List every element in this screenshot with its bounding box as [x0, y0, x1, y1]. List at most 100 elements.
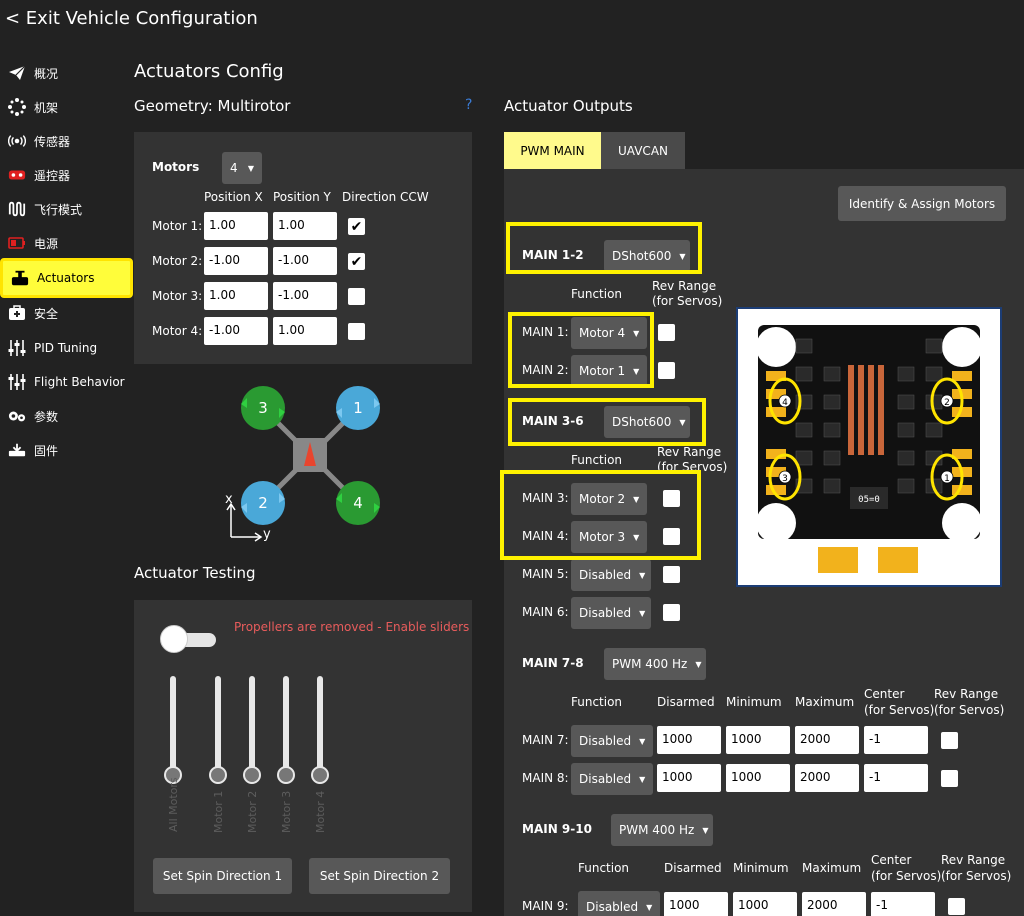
sidebar-item-airframe[interactable]: 机架	[0, 90, 133, 124]
main-6-function-select[interactable]: Disabled ▼	[571, 597, 651, 629]
motor-4-ccw-checkbox[interactable]	[348, 323, 365, 340]
chevron-down-icon: ▼	[639, 570, 646, 580]
main-2-label: MAIN 2:	[522, 363, 569, 377]
identify-assign-motors-button[interactable]: Identify & Assign Motors	[838, 186, 1006, 221]
sidebar-item-summary[interactable]: 概况	[0, 56, 133, 90]
sidebar-item-power[interactable]: 电源	[0, 226, 133, 260]
main-7-maximum-input[interactable]: 2000	[795, 726, 859, 754]
motor-1-slider-track[interactable]	[215, 676, 221, 776]
sidebar-item-parameters[interactable]: 参数	[0, 399, 133, 433]
tab-uavcan[interactable]: UAVCAN	[601, 132, 685, 169]
motor-3-ccw-checkbox[interactable]	[348, 288, 365, 305]
motor-1-position-x[interactable]: 1.00	[204, 212, 268, 240]
sidebar-item-label: 参数	[34, 409, 59, 424]
main-1-2-protocol-select[interactable]: DShot600 ▼	[604, 240, 690, 272]
main-6-rev-range-checkbox[interactable]	[663, 604, 680, 621]
motor-1-position-y[interactable]: 1.00	[273, 212, 337, 240]
set-spin-direction-1-button[interactable]: Set Spin Direction 1	[153, 858, 292, 894]
main-9-rev-range-checkbox[interactable]	[948, 898, 965, 915]
main-9-center-input[interactable]: -1	[871, 892, 935, 916]
motor-2-position-y[interactable]: -1.00	[273, 247, 337, 275]
motors-count-select[interactable]: 4 ▼	[222, 152, 262, 184]
main-8-disarmed-input[interactable]: 1000	[657, 764, 721, 792]
group-main-9-10-label: MAIN 9-10	[522, 822, 592, 836]
motor-2-position-x[interactable]: -1.00	[204, 247, 268, 275]
main-2-function-select[interactable]: Motor 1 ▼	[571, 355, 647, 387]
motor-2-slider-handle[interactable]	[243, 766, 261, 784]
main-8-minimum-input[interactable]: 1000	[726, 764, 790, 792]
main-1-2-protocol-value: DShot600	[612, 249, 672, 263]
main-4-function-select[interactable]: Motor 3 ▼	[571, 521, 647, 553]
group-main-7-8-label: MAIN 7-8	[522, 656, 584, 670]
main-9-10-protocol-select[interactable]: PWM 400 Hz ▼	[611, 814, 713, 846]
motor-2-ccw-checkbox[interactable]: ✔	[348, 253, 365, 270]
motor-4-slider-track[interactable]	[317, 676, 323, 776]
enable-sliders-toggle[interactable]	[160, 625, 218, 653]
paper-plane-icon	[8, 64, 26, 82]
main-3-6-protocol-select[interactable]: DShot600 ▼	[604, 406, 690, 438]
exit-vehicle-config-button[interactable]: < Exit Vehicle Configuration	[5, 8, 258, 29]
main-8-rev-range-checkbox[interactable]	[941, 770, 958, 787]
all-motors-slider-track[interactable]	[170, 676, 176, 776]
main-7-8-protocol-select[interactable]: PWM 400 Hz ▼	[604, 648, 706, 680]
sidebar-item-flight-modes[interactable]: 飞行模式	[0, 192, 133, 226]
main-7-function-select[interactable]: Disabled ▼	[571, 725, 653, 757]
motor-3-slider-handle[interactable]	[277, 766, 295, 784]
sidebar-item-flight-behavior[interactable]: Flight Behavior	[0, 365, 133, 399]
main-9-minimum-input[interactable]: 1000	[733, 892, 797, 916]
main-9-disarmed-input[interactable]: 1000	[664, 892, 728, 916]
chevron-down-icon: ▼	[633, 328, 640, 338]
sidebar-item-label: 概况	[34, 66, 59, 81]
sidebar-item-firmware[interactable]: 固件	[0, 433, 133, 467]
main-3-function-select[interactable]: Motor 2 ▼	[571, 483, 647, 515]
main-2-rev-range-checkbox[interactable]	[658, 362, 675, 379]
sidebar-item-sensors[interactable]: 传感器	[0, 124, 133, 158]
motor-3-position-x[interactable]: 1.00	[204, 282, 268, 310]
motor-1-slider-handle[interactable]	[209, 766, 227, 784]
main-9-maximum-input[interactable]: 2000	[802, 892, 866, 916]
main-9-function-select[interactable]: Disabled ▼	[578, 891, 660, 916]
tab-pwm-main[interactable]: PWM MAIN	[504, 132, 601, 169]
motors-count-value: 4	[230, 161, 238, 175]
main-1-function-select[interactable]: Motor 4 ▼	[571, 317, 647, 349]
main-3-rev-range-checkbox[interactable]	[663, 490, 680, 507]
set-spin-direction-2-button[interactable]: Set Spin Direction 2	[309, 858, 450, 894]
motor-4-position-x[interactable]: -1.00	[204, 317, 268, 345]
main-7-rev-range-checkbox[interactable]	[941, 732, 958, 749]
motor-4-slider-handle[interactable]	[311, 766, 329, 784]
sidebar-item-safety[interactable]: 安全	[0, 296, 133, 330]
main-4-rev-range-checkbox[interactable]	[663, 528, 680, 545]
motor-4-position-y[interactable]: 1.00	[273, 317, 337, 345]
safety-icon	[8, 304, 26, 322]
motor-2-label: Motor 2:	[152, 254, 203, 268]
actuator-outputs-title: Actuator Outputs	[504, 97, 633, 115]
main-6-label: MAIN 6:	[522, 605, 569, 619]
sidebar-item-pid-tuning[interactable]: PID Tuning	[0, 331, 133, 365]
col-maximum-4: Maximum	[802, 861, 862, 875]
main-8-center-input[interactable]: -1	[864, 764, 928, 792]
chevron-down-icon: ▼	[702, 825, 709, 835]
motor-1-number: 1	[353, 399, 363, 417]
tuning-sliders-icon	[8, 339, 26, 357]
main-7-disarmed-input[interactable]: 1000	[657, 726, 721, 754]
sidebar-item-radio[interactable]: 遥控器	[0, 158, 133, 192]
firmware-icon	[8, 441, 26, 459]
main-8-maximum-input[interactable]: 2000	[795, 764, 859, 792]
main-7-minimum-input[interactable]: 1000	[726, 726, 790, 754]
chevron-down-icon: ▼	[639, 608, 646, 618]
motor-3-slider-track[interactable]	[283, 676, 289, 776]
pad-label-1: 1	[944, 474, 950, 484]
main-7-center-input[interactable]: -1	[864, 726, 928, 754]
motor-1-ccw-checkbox[interactable]: ✔	[348, 218, 365, 235]
axis-y-label: y	[263, 527, 271, 542]
motor-1-label: Motor 1:	[152, 219, 203, 233]
motor-3-position-y[interactable]: -1.00	[273, 282, 337, 310]
main-5-rev-range-checkbox[interactable]	[663, 566, 680, 583]
motor-2-slider-track[interactable]	[249, 676, 255, 776]
main-8-function-select[interactable]: Disabled ▼	[571, 763, 653, 795]
sidebar-item-actuators[interactable]: Actuators	[0, 258, 133, 298]
main-5-function-select[interactable]: Disabled ▼	[571, 559, 651, 591]
main-1-rev-range-checkbox[interactable]	[658, 324, 675, 341]
header: < Exit Vehicle Configuration	[0, 0, 1024, 42]
help-icon[interactable]: ?	[465, 97, 472, 113]
